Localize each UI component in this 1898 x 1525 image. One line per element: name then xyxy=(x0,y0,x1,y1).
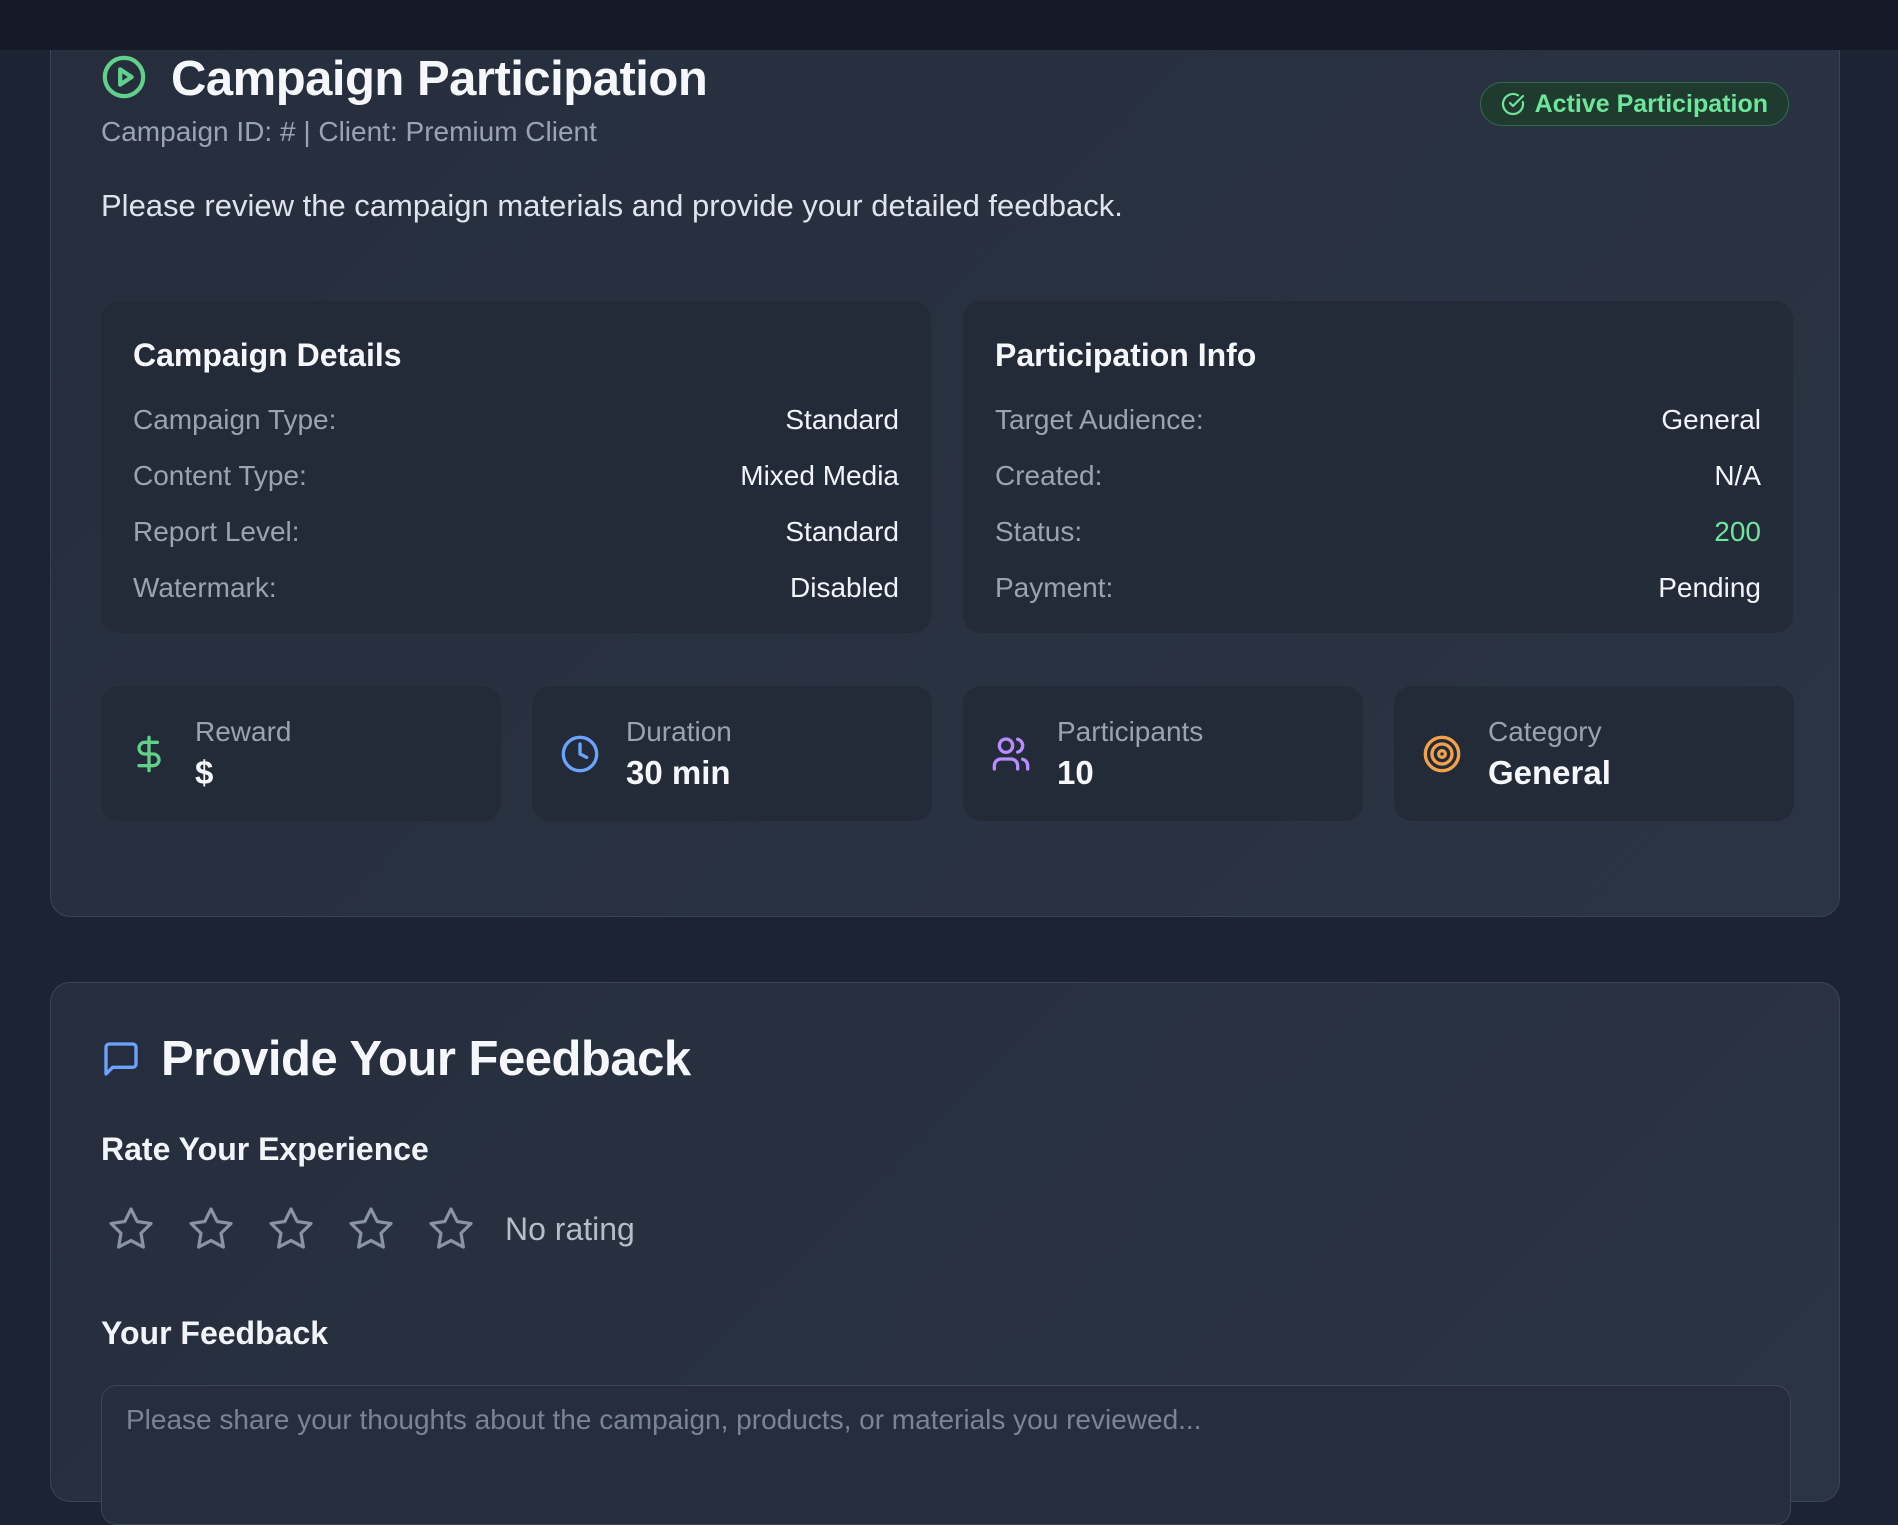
star-icon xyxy=(349,1207,393,1249)
target-icon xyxy=(1423,735,1461,772)
campaign-details-panel: Campaign Details Campaign Type: Standard … xyxy=(101,301,931,633)
reward-stat: Reward $ xyxy=(101,686,501,821)
status-value: 200 xyxy=(1714,516,1761,547)
category-stat: Category General xyxy=(1394,686,1794,821)
detail-value: Standard xyxy=(785,404,899,435)
reward-label: Reward xyxy=(195,715,292,747)
detail-value: Standard xyxy=(785,516,899,547)
feedback-title-row: Provide Your Feedback xyxy=(101,1031,691,1087)
info-row: Status: 200 xyxy=(995,504,1761,560)
star-rating: No rating xyxy=(107,1205,635,1253)
rating-status-text: No rating xyxy=(505,1210,635,1247)
participants-label: Participants xyxy=(1057,715,1204,747)
dollar-icon xyxy=(137,735,161,772)
info-label: Target Audience: xyxy=(995,404,1204,435)
campaign-details-heading: Campaign Details xyxy=(133,337,402,373)
star-icon xyxy=(109,1207,153,1249)
campaign-subtitle: Campaign ID: # | Client: Premium Client xyxy=(101,116,597,147)
users-icon xyxy=(992,736,1030,771)
participation-info-panel: Participation Info Target Audience: Gener… xyxy=(963,301,1793,633)
participants-stat: Participants 10 xyxy=(963,686,1363,821)
check-circle-icon xyxy=(1501,92,1524,116)
category-label: Category xyxy=(1488,715,1602,747)
info-label: Payment: xyxy=(995,572,1114,603)
your-feedback-label: Your Feedback xyxy=(101,1315,329,1351)
info-row: Target Audience: General xyxy=(995,392,1761,448)
status-badge: Active Participation xyxy=(1479,82,1789,126)
participants-value: 10 xyxy=(1057,753,1094,791)
info-row: Created: N/A xyxy=(995,448,1761,504)
category-value: General xyxy=(1488,753,1611,791)
campaign-card: Campaign Participation Campaign ID: # | … xyxy=(50,0,1840,917)
info-value: N/A xyxy=(1714,460,1761,491)
star-2-button[interactable] xyxy=(187,1205,235,1253)
info-row: Payment: Pending xyxy=(995,560,1761,616)
star-5-button[interactable] xyxy=(427,1205,475,1253)
feedback-title: Provide Your Feedback xyxy=(161,1032,691,1086)
info-label: Status: xyxy=(995,516,1083,547)
detail-label: Report Level: xyxy=(133,516,300,547)
rate-experience-label: Rate Your Experience xyxy=(101,1131,429,1167)
clock-icon xyxy=(561,735,599,772)
campaign-description: Please review the campaign materials and… xyxy=(101,188,1123,223)
star-icon xyxy=(269,1207,313,1249)
star-icon xyxy=(189,1207,233,1249)
reward-value: $ xyxy=(195,753,214,791)
info-label: Created: xyxy=(995,460,1103,491)
feedback-textarea[interactable] xyxy=(101,1385,1791,1525)
detail-row: Report Level: Standard xyxy=(133,504,899,560)
star-icon xyxy=(429,1207,473,1249)
duration-label: Duration xyxy=(626,715,732,747)
duration-value: 30 min xyxy=(626,753,731,791)
detail-value: Disabled xyxy=(790,572,899,603)
page-title: Campaign Participation xyxy=(171,52,708,106)
detail-row: Content Type: Mixed Media xyxy=(133,448,899,504)
star-3-button[interactable] xyxy=(267,1205,315,1253)
feedback-card: Provide Your Feedback Rate Your Experien… xyxy=(50,982,1840,1525)
message-square-icon xyxy=(104,1042,138,1076)
detail-row: Watermark: Disabled xyxy=(133,560,899,616)
detail-label: Content Type: xyxy=(133,460,307,491)
info-value: General xyxy=(1661,404,1761,435)
detail-label: Campaign Type: xyxy=(133,404,337,435)
star-1-button[interactable] xyxy=(107,1205,155,1253)
play-circle-icon xyxy=(101,54,147,105)
detail-label: Watermark: xyxy=(133,572,277,603)
status-badge-label: Active Participation xyxy=(1534,89,1768,118)
detail-value: Mixed Media xyxy=(740,460,899,491)
top-bar xyxy=(0,0,1898,50)
campaign-title-row: Campaign Participation xyxy=(101,51,708,107)
info-value: Pending xyxy=(1658,572,1761,603)
participation-info-heading: Participation Info xyxy=(995,337,1257,373)
detail-row: Campaign Type: Standard xyxy=(133,392,899,448)
duration-stat: Duration 30 min xyxy=(532,686,932,821)
star-4-button[interactable] xyxy=(347,1205,395,1253)
